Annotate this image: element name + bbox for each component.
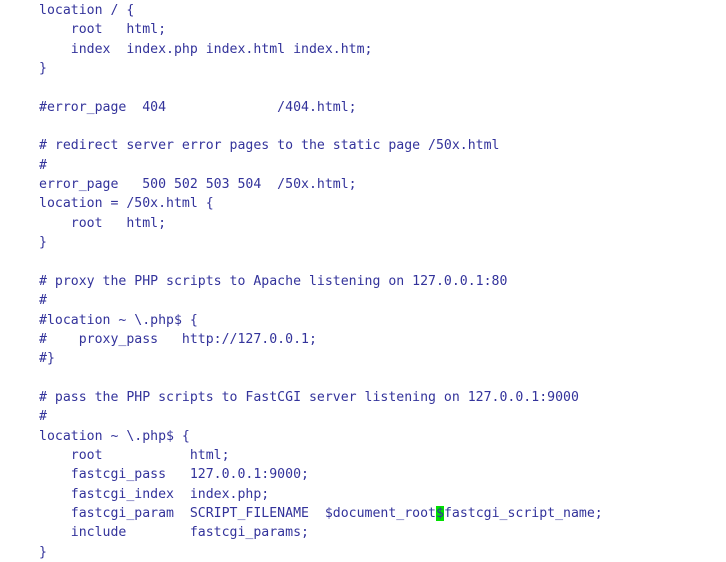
code-line[interactable]: index index.php index.html index.htm;	[39, 40, 603, 59]
code-line[interactable]: #error_page 404 /404.html;	[39, 98, 603, 117]
code-line[interactable]: # redirect server error pages to the sta…	[39, 136, 603, 155]
code-line[interactable]: fastcgi_param SCRIPT_FILENAME $document_…	[39, 504, 603, 523]
code-line[interactable]: root html;	[39, 214, 603, 233]
code-line[interactable]: error_page 500 502 503 504 /50x.html;	[39, 175, 603, 194]
code-line[interactable]: location ~ \.php$ {	[39, 427, 603, 446]
code-text-block[interactable]: location / { root html; index index.php …	[39, 1, 603, 562]
code-line[interactable]: }	[39, 59, 603, 78]
code-line[interactable]: }	[39, 543, 603, 562]
code-line[interactable]: }	[39, 233, 603, 252]
code-line[interactable]: #	[39, 407, 603, 426]
code-line[interactable]: #	[39, 156, 603, 175]
code-line[interactable]	[39, 369, 603, 388]
code-line[interactable]: # proxy_pass http://127.0.0.1;	[39, 330, 603, 349]
code-line[interactable]: # proxy the PHP scripts to Apache listen…	[39, 272, 603, 291]
code-line[interactable]	[39, 252, 603, 271]
code-line[interactable]: #}	[39, 349, 603, 368]
code-line[interactable]: location / {	[39, 1, 603, 20]
code-line[interactable]: #	[39, 291, 603, 310]
code-line[interactable]: #location ~ \.php$ {	[39, 311, 603, 330]
code-line[interactable]: fastcgi_index index.php;	[39, 485, 603, 504]
text-cursor: $	[435, 505, 444, 521]
code-editor-pane[interactable]: location / { root html; index index.php …	[0, 0, 726, 560]
code-line[interactable]: include fastcgi_params;	[39, 523, 603, 542]
code-line[interactable]	[39, 117, 603, 136]
code-line[interactable]	[39, 78, 603, 97]
code-line[interactable]: fastcgi_pass 127.0.0.1:9000;	[39, 465, 603, 484]
code-line[interactable]: root html;	[39, 446, 603, 465]
code-line[interactable]: location = /50x.html {	[39, 194, 603, 213]
code-line[interactable]: root html;	[39, 20, 603, 39]
code-line[interactable]: # pass the PHP scripts to FastCGI server…	[39, 388, 603, 407]
